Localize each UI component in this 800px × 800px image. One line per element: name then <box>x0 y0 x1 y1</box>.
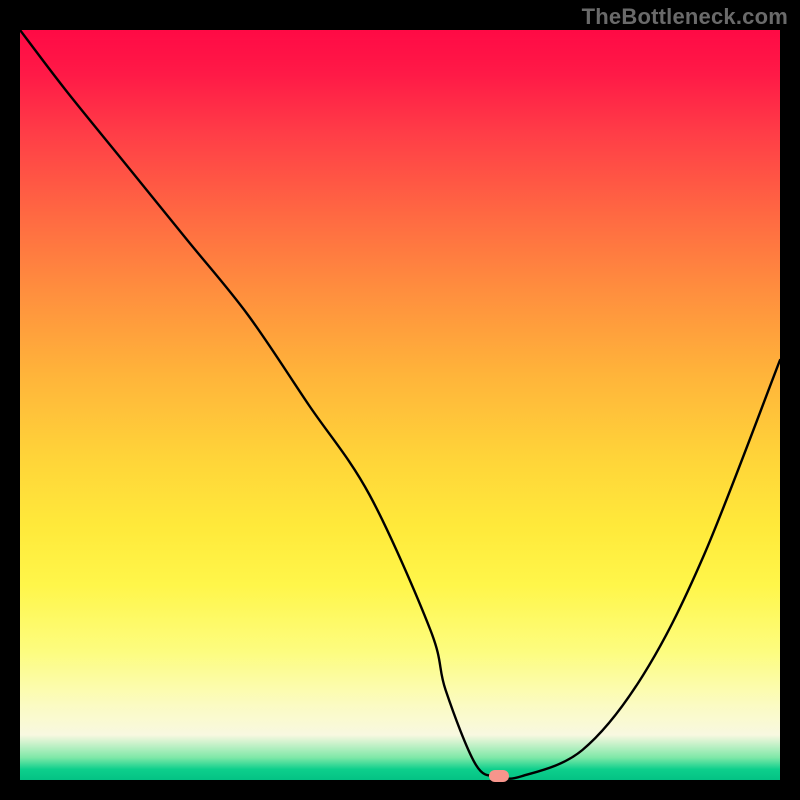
chart-container: TheBottleneck.com <box>0 0 800 800</box>
curve-svg <box>20 30 780 780</box>
bottleneck-curve <box>20 30 780 779</box>
plot-area <box>20 30 780 780</box>
marker-dot <box>489 770 509 782</box>
watermark-text: TheBottleneck.com <box>582 4 788 30</box>
